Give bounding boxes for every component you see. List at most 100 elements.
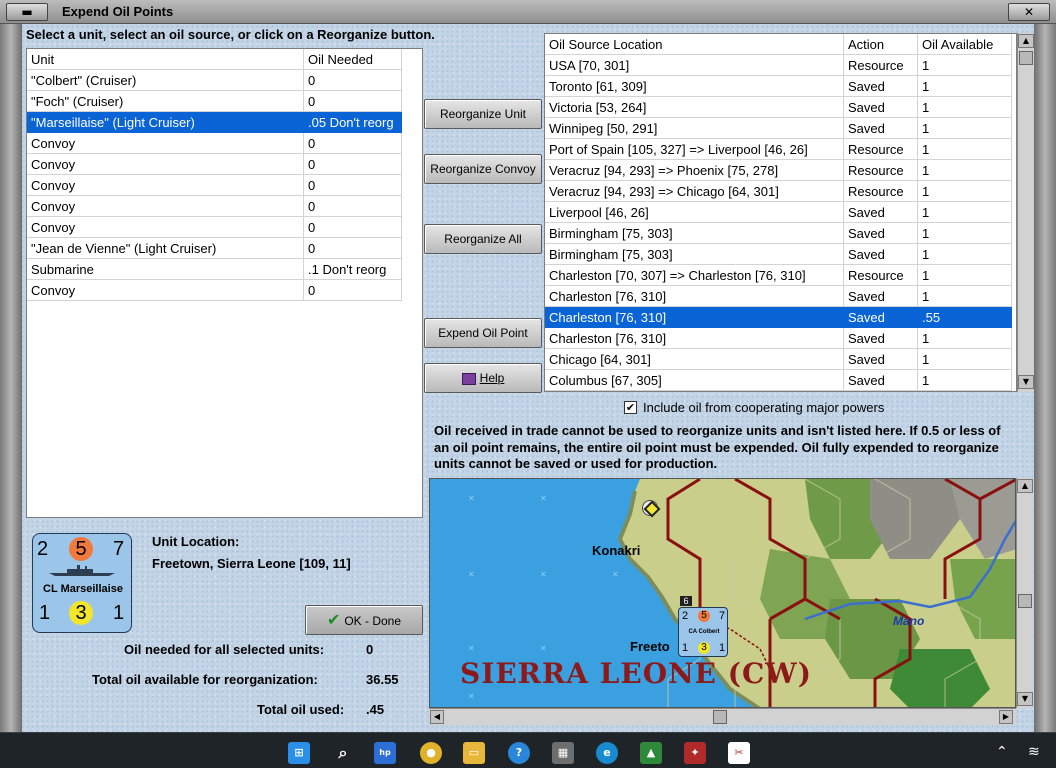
- close-button[interactable]: ✕: [1008, 3, 1050, 21]
- snipping-tool-icon[interactable]: ✂: [728, 742, 750, 764]
- oil-used-label: Total oil used:: [257, 702, 345, 717]
- help-button-label: Help: [479, 371, 505, 385]
- oil-source-row[interactable]: Victoria [53, 264] Saved 1: [545, 97, 1016, 118]
- reorganize-unit-button[interactable]: Reorganize Unit: [424, 99, 542, 129]
- oil-sources-table[interactable]: Oil Source Location Action Oil Available…: [544, 33, 1017, 392]
- oil-source-row[interactable]: USA [70, 301] Resource 1: [545, 55, 1016, 76]
- map-vscroll-thumb[interactable]: [1018, 594, 1032, 608]
- map-unit-counter[interactable]: 2 5 7 CA Colbert 1 3 1: [678, 607, 728, 657]
- ok-done-label: OK - Done: [344, 614, 402, 628]
- oil-source-row[interactable]: Birmingham [75, 303] Saved 1: [545, 244, 1016, 265]
- scroll-thumb[interactable]: [1019, 51, 1033, 65]
- map-scroll-down-icon[interactable]: ▼: [1017, 692, 1033, 706]
- source-available-cell: 1: [918, 139, 1012, 160]
- unit-name-cell: "Colbert" (Cruiser): [27, 70, 304, 91]
- oil-source-row[interactable]: Columbus [67, 305] Saved 1: [545, 370, 1016, 391]
- war-game-icon[interactable]: ✦: [684, 742, 706, 764]
- map-scroll-right-icon[interactable]: ▶: [999, 710, 1013, 724]
- svg-text:✕: ✕: [540, 494, 547, 503]
- source-available-cell: 1: [918, 118, 1012, 139]
- oil-available-column-header[interactable]: Oil Available: [918, 34, 1012, 55]
- checkmark-icon: ✔: [326, 610, 341, 629]
- game-launcher-icon[interactable]: ▲: [640, 742, 662, 764]
- stack-count-badge: 6: [680, 596, 692, 606]
- oil-source-row[interactable]: Chicago [64, 301] Saved 1: [545, 349, 1016, 370]
- map-vertical-scrollbar[interactable]: ▲ ▼: [1016, 478, 1033, 708]
- unit-name-cell: Convoy: [27, 196, 304, 217]
- oil-source-row[interactable]: Charleston [76, 310] Saved .55: [545, 307, 1016, 328]
- source-action-cell: Saved: [844, 76, 918, 97]
- unit-row[interactable]: "Colbert" (Cruiser) 0: [27, 70, 422, 91]
- oil-source-row[interactable]: Veracruz [94, 293] => Chicago [64, 301] R…: [545, 181, 1016, 202]
- chrome-icon[interactable]: ●: [420, 742, 442, 764]
- oil-needed-cell: .1 Don't reorg: [304, 259, 402, 280]
- map-hscroll-thumb[interactable]: [713, 710, 727, 724]
- oil-needed-column-header[interactable]: Oil Needed: [304, 49, 402, 70]
- unit-row[interactable]: Submarine .1 Don't reorg: [27, 259, 422, 280]
- map-scroll-left-icon[interactable]: ◀: [430, 710, 444, 724]
- wifi-icon[interactable]: ≋: [1028, 744, 1040, 760]
- oil-source-row[interactable]: Veracruz [94, 293] => Phoenix [75, 278] R…: [545, 160, 1016, 181]
- unit-row[interactable]: Convoy 0: [27, 217, 422, 238]
- source-location-column-header[interactable]: Oil Source Location: [545, 34, 844, 55]
- map-view[interactable]: ✕✕✕ ✕✕✕ ✕✕ ! Konakri Freeto Mano SIERRA …: [429, 478, 1016, 708]
- source-action-cell: Saved: [844, 349, 918, 370]
- source-available-cell: 1: [918, 160, 1012, 181]
- mini-bottom-left: 1: [682, 642, 689, 654]
- unit-row[interactable]: Convoy 0: [27, 175, 422, 196]
- oil-rules-note: Oil received in trade cannot be used to …: [434, 423, 1001, 471]
- source-location-cell: Charleston [76, 310]: [545, 328, 844, 349]
- oil-source-row[interactable]: Charleston [76, 310] Saved 1: [545, 328, 1016, 349]
- source-action-cell: Saved: [844, 244, 918, 265]
- source-available-cell: 1: [918, 328, 1012, 349]
- unit-row[interactable]: "Jean de Vienne" (Light Cruiser) 0: [27, 238, 422, 259]
- file-explorer-icon[interactable]: ▭: [463, 742, 485, 764]
- calculator-icon[interactable]: ▦: [552, 742, 574, 764]
- source-action-cell: Saved: [844, 202, 918, 223]
- oil-source-row[interactable]: Toronto [61, 309] Saved 1: [545, 76, 1016, 97]
- source-available-cell: 1: [918, 202, 1012, 223]
- sources-scrollbar[interactable]: ▲ ▼: [1017, 33, 1034, 392]
- unit-row[interactable]: "Marseillaise" (Light Cruiser) .05 Don't …: [27, 112, 422, 133]
- reorganize-all-button[interactable]: Reorganize All: [424, 224, 542, 254]
- chevron-up-icon[interactable]: ⌃: [996, 744, 1008, 760]
- unit-row[interactable]: Convoy 0: [27, 280, 422, 301]
- unit-row[interactable]: Convoy 0: [27, 154, 422, 175]
- unit-name-cell: Convoy: [27, 154, 304, 175]
- title-bar: ▬ Expend Oil Points ✕: [0, 0, 1056, 24]
- help-button[interactable]: Help: [424, 363, 542, 393]
- edge-icon[interactable]: e: [596, 742, 618, 764]
- oil-source-row[interactable]: Liverpool [46, 26] Saved 1: [545, 202, 1016, 223]
- myhp-icon[interactable]: hp: [374, 742, 396, 764]
- oil-source-row[interactable]: Birmingham [75, 303] Saved 1: [545, 223, 1016, 244]
- unit-row[interactable]: Convoy 0: [27, 133, 422, 154]
- reorganize-convoy-button[interactable]: Reorganize Convoy: [424, 154, 542, 184]
- counter-bottom-mid-value: 3: [69, 601, 93, 625]
- map-label-konakri: Konakri: [592, 543, 641, 558]
- units-table[interactable]: Unit Oil Needed "Colbert" (Cruiser) 0 "Foc…: [26, 48, 423, 518]
- oil-source-row[interactable]: Charleston [76, 310] Saved 1: [545, 286, 1016, 307]
- map-horizontal-scrollbar[interactable]: ◀ ▶: [429, 708, 1016, 725]
- oil-source-row[interactable]: Charleston [70, 307] => Charleston [76, …: [545, 265, 1016, 286]
- cooperating-powers-checkbox[interactable]: ✔: [624, 401, 637, 414]
- map-scroll-up-icon[interactable]: ▲: [1017, 479, 1033, 493]
- expend-oil-point-button[interactable]: Expend Oil Point: [424, 318, 542, 348]
- oil-source-row[interactable]: Winnipeg [50, 291] Saved 1: [545, 118, 1016, 139]
- source-location-cell: Charleston [76, 310]: [545, 286, 844, 307]
- ok-done-button[interactable]: ✔ OK - Done: [305, 605, 423, 635]
- minimize-button[interactable]: ▬: [6, 3, 48, 21]
- scroll-down-icon[interactable]: ▼: [1018, 375, 1034, 389]
- source-location-cell: Columbus [67, 305]: [545, 370, 844, 391]
- source-available-cell: 1: [918, 55, 1012, 76]
- windows-start-icon[interactable]: ⊞: [288, 742, 310, 764]
- unit-row[interactable]: Convoy 0: [27, 196, 422, 217]
- oil-source-row[interactable]: Port of Spain [105, 327] => Liverpool [4…: [545, 139, 1016, 160]
- scroll-up-icon[interactable]: ▲: [1018, 34, 1034, 48]
- unit-column-header[interactable]: Unit: [27, 49, 304, 70]
- source-location-cell: Liverpool [46, 26]: [545, 202, 844, 223]
- units-table-header: Unit Oil Needed: [27, 49, 422, 70]
- help-app-icon[interactable]: ?: [508, 742, 530, 764]
- search-icon[interactable]: ⌕: [332, 742, 354, 764]
- action-column-header[interactable]: Action: [844, 34, 918, 55]
- unit-row[interactable]: "Foch" (Cruiser) 0: [27, 91, 422, 112]
